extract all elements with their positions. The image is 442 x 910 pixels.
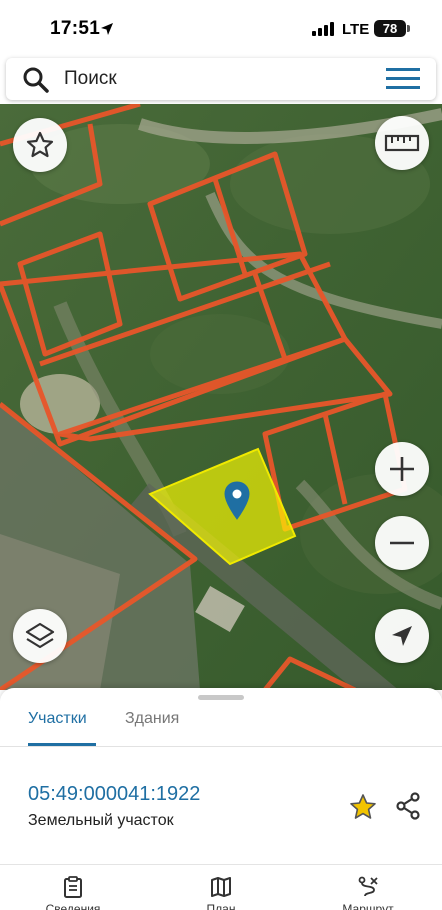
layers-icon xyxy=(25,622,55,649)
parcel-type: Земельный участок xyxy=(28,812,174,829)
search-input[interactable] xyxy=(64,66,364,92)
search-icon[interactable] xyxy=(22,66,50,94)
location-pin-icon[interactable] xyxy=(224,481,250,521)
battery-icon: 78 xyxy=(374,20,406,37)
navigate-icon xyxy=(392,626,412,646)
nav-label-info: Сведения xyxy=(45,902,101,910)
map-view[interactable] xyxy=(0,104,442,690)
favorites-button[interactable] xyxy=(13,118,67,172)
nav-item-info[interactable]: Сведения xyxy=(13,866,133,910)
star-icon[interactable] xyxy=(348,792,378,822)
status-bar: 17:51 LTE 78 xyxy=(0,0,442,56)
tab-divider xyxy=(0,746,442,747)
nav-label-plan: План xyxy=(206,902,236,910)
nav-item-plan[interactable]: План xyxy=(161,866,281,910)
satellite-map[interactable] xyxy=(0,104,442,690)
zoom-in-icon xyxy=(390,457,414,481)
tab-parcels[interactable]: Участки xyxy=(28,710,87,728)
location-arrow-icon xyxy=(101,23,113,35)
parcel-cadastral-number[interactable]: 05:49:000041:1922 xyxy=(28,783,200,806)
route-icon xyxy=(358,876,378,897)
zoom-out-button[interactable] xyxy=(375,516,429,570)
share-icon[interactable] xyxy=(394,792,422,820)
my-location-button[interactable] xyxy=(375,609,429,663)
nav-item-route[interactable]: Маршрут xyxy=(308,866,428,910)
network-type: LTE xyxy=(342,21,370,38)
sheet-divider xyxy=(0,864,442,865)
star-outline-icon xyxy=(26,131,54,158)
ruler-icon xyxy=(384,134,420,152)
bottom-navigation: Сведения План Маршрут xyxy=(0,866,442,910)
zoom-in-button[interactable] xyxy=(375,442,429,496)
tab-buildings[interactable]: Здания xyxy=(125,710,179,728)
nav-label-route: Маршрут xyxy=(342,902,394,910)
ruler-button[interactable] xyxy=(375,116,429,170)
search-bar xyxy=(6,58,436,100)
clipboard-icon xyxy=(64,876,82,898)
status-time: 17:51 xyxy=(50,18,101,39)
signal-icon xyxy=(312,22,334,36)
battery-tip xyxy=(407,25,410,32)
layers-button[interactable] xyxy=(13,609,67,663)
hamburger-menu-icon[interactable] xyxy=(386,68,420,90)
sheet-grabber[interactable] xyxy=(198,695,244,700)
zoom-out-icon xyxy=(390,541,414,545)
map-icon xyxy=(211,877,231,897)
